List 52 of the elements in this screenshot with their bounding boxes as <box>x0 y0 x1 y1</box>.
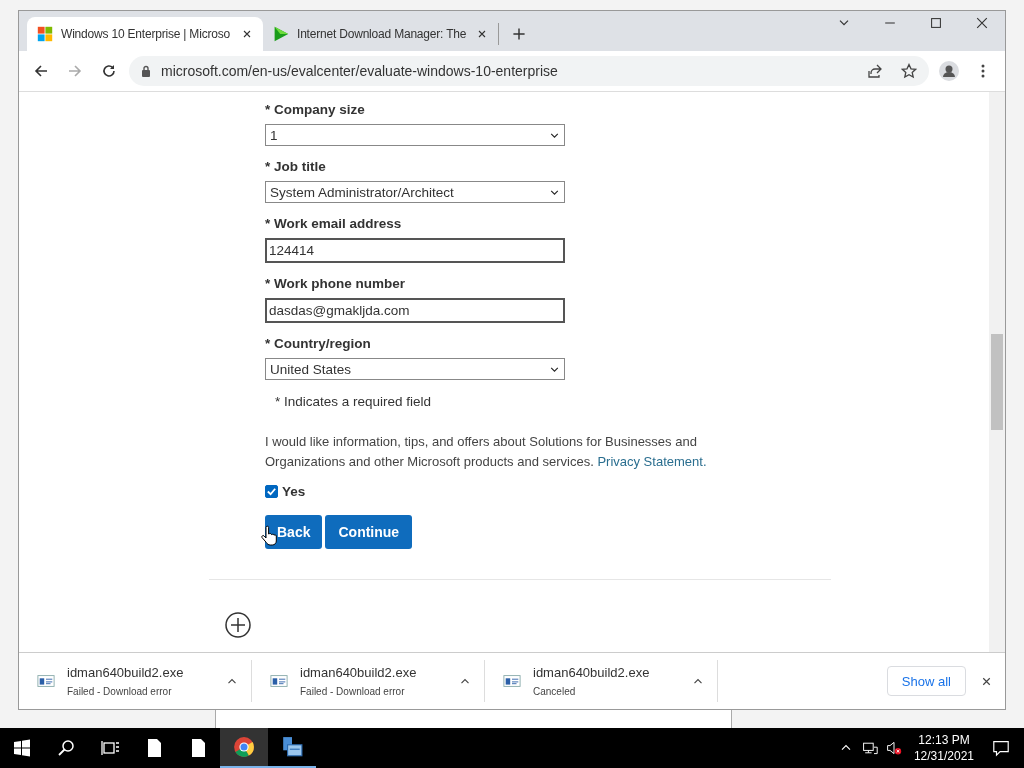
lock-icon <box>141 65 151 77</box>
dropdown-field[interactable]: System Administrator/Architect <box>265 181 565 203</box>
field-label: * Work email address <box>265 216 403 232</box>
checkbox-label: Yes <box>282 484 306 499</box>
download-status: Failed - Download error <box>67 686 173 697</box>
checkbox[interactable] <box>265 485 278 498</box>
required-note: * Indicates a required field <box>275 394 433 410</box>
file-name: idman640build2.exe <box>533 665 651 680</box>
close-icon[interactable] <box>476 28 488 40</box>
tab-title: Windows 10 Enterprise | Microso <box>61 27 231 41</box>
file-name: idman640build2.exe <box>67 665 185 680</box>
consent-text: I would like information, tips, and offers about Solutions for Businesses and Organizations and other Microsoft products and services. Privacy Statement. <box>265 433 708 471</box>
download-status: Failed - Download error <box>300 686 406 697</box>
dropdown-field[interactable]: United States <box>265 358 565 380</box>
chrome-taskbar-button[interactable] <box>220 728 268 768</box>
tab-title: Internet Download Manager: The <box>297 27 468 41</box>
address-bar[interactable]: microsoft.com/en-us/evalcenter/evaluate-windows-10-enterprise <box>129 56 929 86</box>
close-icon[interactable] <box>241 28 253 40</box>
field-label: * Country/region <box>265 336 372 352</box>
play-icon <box>273 26 289 42</box>
server-icon <box>281 736 303 758</box>
field-label: * Job title <box>265 159 327 175</box>
privacy-link[interactable]: Privacy Statement. <box>597 454 707 469</box>
file-name: idman640build2.exe <box>300 665 418 680</box>
close-icon[interactable] <box>974 15 990 31</box>
windows-logo-icon <box>37 26 53 42</box>
file-icon <box>270 672 288 690</box>
expand-icon[interactable] <box>225 612 251 638</box>
file-icon <box>37 672 55 690</box>
browser-tab[interactable]: Internet Download Manager: The <box>263 23 499 45</box>
star-icon[interactable] <box>901 63 917 79</box>
new-tab-icon[interactable] <box>511 26 527 42</box>
browser-tab[interactable]: Windows 10 Enterprise | Microso <box>27 17 263 51</box>
form-button[interactable]: Continue <box>325 515 413 549</box>
hand-cursor-icon <box>259 525 279 547</box>
scrollbar[interactable] <box>989 92 1005 652</box>
field-label: * Work phone number <box>265 276 406 292</box>
input-field[interactable]: dasdas@gmakljda.com <box>265 298 565 323</box>
maximize-icon[interactable] <box>928 15 944 31</box>
url-text: microsoft.com/en-us/evalcenter/evaluate-windows-10-enterprise <box>161 63 559 79</box>
share-icon[interactable] <box>867 63 883 79</box>
file-icon <box>503 672 521 690</box>
dropdown-field[interactable]: 1 <box>265 124 565 146</box>
field-label: * Company size <box>265 102 366 118</box>
download-status: Canceled <box>533 686 577 697</box>
download-item[interactable]: idman640build2.exe Canceled <box>485 660 718 702</box>
input-field[interactable]: 124414 <box>265 238 565 263</box>
clock[interactable]: 12:13 PM 12/31/2021 <box>905 732 982 764</box>
download-item[interactable]: idman640build2.exe Failed - Download error <box>19 660 252 702</box>
download-item[interactable]: idman640build2.exe Failed - Download error <box>252 660 485 702</box>
show-all-button[interactable]: Show all <box>886 666 966 696</box>
chrome-icon <box>233 736 255 758</box>
